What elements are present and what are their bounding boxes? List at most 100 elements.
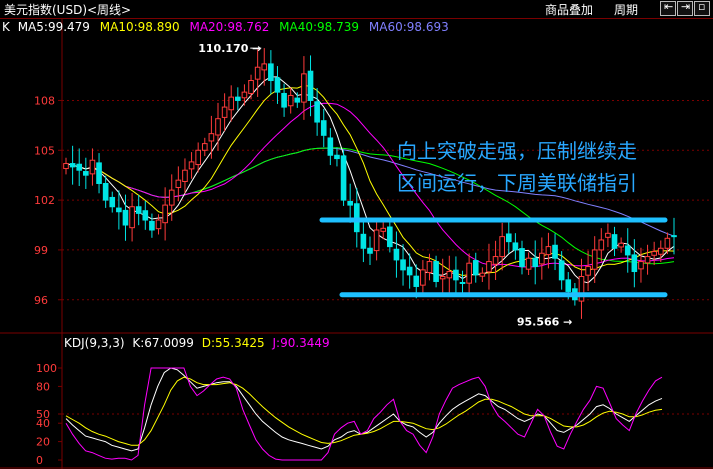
candle-body (565, 279, 572, 292)
candle-body (657, 247, 664, 255)
candle-body (439, 276, 446, 280)
ma-legend: K MA5:99.479 MA10:98.890 MA20:98.762 MA4… (2, 20, 455, 34)
candle-body (420, 269, 426, 286)
kdj-d: D:55.3425 (201, 336, 265, 350)
candle-body (591, 249, 598, 270)
candle-body (499, 236, 505, 258)
kdj-j: J:90.3449 (272, 336, 330, 350)
candle-body (195, 149, 201, 166)
candle-body (122, 209, 129, 226)
candle-body (340, 155, 347, 201)
candle-body (102, 182, 109, 201)
candle-body (519, 248, 525, 268)
candle-body (472, 260, 479, 276)
candle-body (406, 266, 413, 276)
candle-body (453, 269, 459, 281)
candle-body (301, 73, 307, 103)
annotation-line-2: 区间运行，下周美联储指引 (397, 171, 637, 195)
candle-body (426, 261, 433, 274)
candle-body (228, 96, 235, 111)
candle-body (320, 120, 327, 136)
candle-body (459, 281, 466, 284)
y-tick-label: 99 (34, 244, 48, 257)
candle-body (314, 101, 320, 123)
candle-body (182, 169, 188, 182)
candle-body (393, 248, 400, 261)
kdj-k: K:67.0099 (132, 336, 194, 350)
annotation-line-1: 向上突破走强，压制继续走 (397, 139, 637, 163)
candle-body (69, 163, 76, 168)
candle-body (294, 97, 301, 103)
candle-body (307, 70, 314, 101)
candle-body (558, 260, 565, 281)
candle-body (505, 233, 512, 243)
candle-body (254, 66, 261, 80)
candle-body (624, 245, 631, 256)
candle-body (400, 259, 406, 271)
candle-body (525, 257, 532, 270)
candle-body (327, 137, 334, 156)
candle-body (486, 261, 492, 273)
candle-body (142, 210, 149, 221)
candle-body (208, 133, 215, 142)
candle-body (598, 239, 605, 251)
candle-body (83, 171, 89, 176)
candle-body (201, 143, 208, 151)
legend-ma10: MA10:98.890 (99, 20, 180, 34)
candle-body (63, 163, 69, 170)
candle-body (248, 80, 254, 94)
candle-body (664, 237, 671, 249)
candle-body (116, 207, 122, 213)
candle-body (446, 271, 453, 279)
candle-body (149, 220, 155, 231)
candle-body (512, 242, 519, 251)
candle-body (89, 159, 96, 175)
candle-body (532, 257, 539, 268)
candle-body (492, 256, 499, 265)
y-tick-label: 105 (34, 144, 55, 157)
candle-body (334, 154, 340, 160)
candle-body (611, 234, 618, 249)
y-tick-label: 102 (34, 194, 55, 207)
candle-body (638, 261, 644, 270)
legend-ma5: MA5:99.479 (17, 20, 90, 34)
candle-body (552, 244, 558, 259)
candle-body (155, 219, 162, 230)
y-tick-label: 96 (34, 294, 48, 307)
chart-canvas: 96 99 102 105 108 110.170 → 95.566 → 向上突破走强，压制继… (0, 18, 713, 469)
candle-body (578, 276, 585, 302)
candle-body (387, 226, 393, 248)
kdj-tick-label: 100 (36, 362, 57, 375)
kdj-tick-label: 0 (36, 454, 43, 467)
candle-body (605, 232, 611, 238)
legend-ma20: MA20:98.762 (189, 20, 270, 34)
high-label: 110.170 → (198, 42, 261, 55)
candle-body (287, 94, 294, 107)
legend-k: K (2, 20, 10, 34)
candle-body (539, 252, 545, 265)
candle-body (373, 229, 380, 252)
y-tick-label: 108 (34, 94, 55, 107)
candle-body (360, 233, 367, 249)
candle-body (261, 63, 268, 71)
legend-ma40: MA40:98.739 (279, 20, 360, 34)
kdj-tick-label: 20 (36, 436, 50, 449)
candle-body (129, 206, 135, 229)
candle-body (585, 266, 591, 276)
candle-body (175, 179, 182, 188)
candle-body (631, 254, 638, 273)
kdj-tick-label: 80 (36, 380, 50, 393)
candle-body (618, 242, 624, 248)
candle-body (671, 235, 677, 238)
kdj-d-line (65, 376, 663, 446)
candle-body (274, 77, 281, 93)
legend-ma60: MA60:98.693 (368, 20, 449, 34)
candle-body (135, 206, 142, 214)
candle-body (241, 91, 248, 99)
candle-body (188, 161, 195, 170)
candle-body (479, 272, 486, 277)
kdj-tick-label: 50 (36, 408, 50, 421)
kdj-name: KDJ(9,3,3) (64, 336, 125, 350)
candle-body (268, 63, 274, 82)
candle-body (168, 189, 175, 206)
